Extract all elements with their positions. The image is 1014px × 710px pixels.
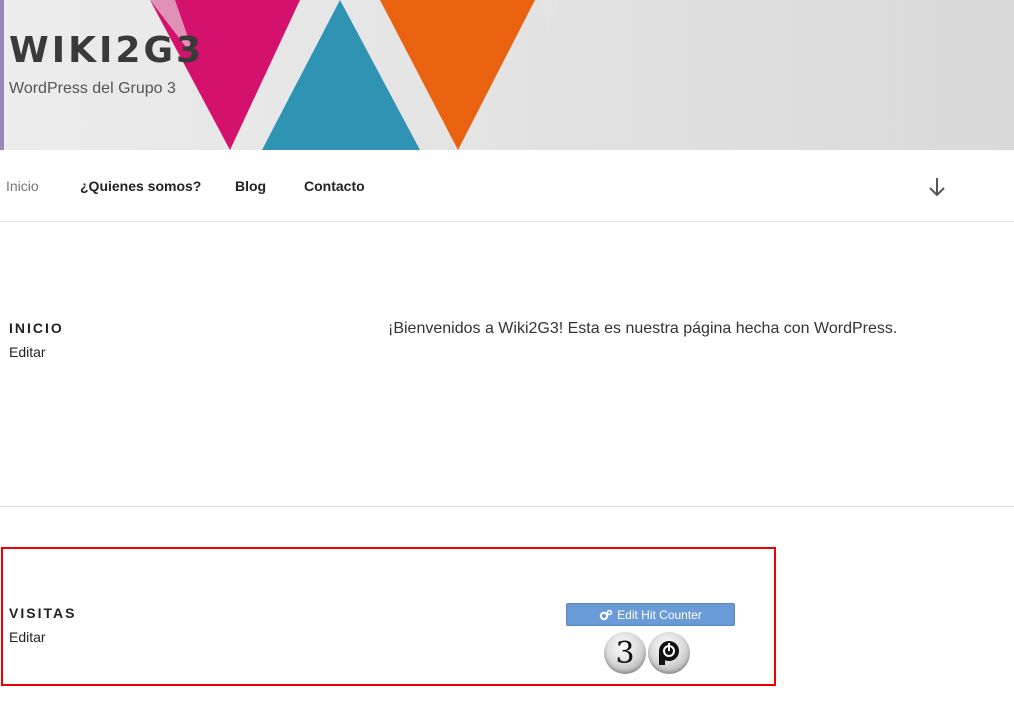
section-divider: [0, 506, 1014, 507]
header-image: [0, 0, 560, 150]
site-header: WIKI2G3 WordPress del Grupo 3: [0, 0, 1014, 150]
inicio-content: ¡Bienvenidos a Wiki2G3! Esta es nuestra …: [388, 320, 898, 337]
section-title-visitas: VISITAS: [9, 605, 77, 621]
site-description: WordPress del Grupo 3: [9, 80, 176, 97]
counter-digit: 3: [604, 632, 646, 674]
gears-icon: [599, 609, 613, 621]
edit-hit-counter-label: Edit Hit Counter: [617, 607, 702, 622]
edit-hit-counter-button[interactable]: Edit Hit Counter: [566, 603, 735, 626]
nav-item-blog[interactable]: Blog: [235, 178, 266, 194]
counter-digit-value: 3: [615, 636, 635, 671]
edit-link-visitas[interactable]: Editar: [9, 629, 46, 645]
nav-item-contacto[interactable]: Contacto: [304, 178, 365, 194]
nav-item-quienes-somos[interactable]: ¿Quienes somos?: [80, 178, 201, 194]
edit-link-inicio[interactable]: Editar: [9, 344, 46, 360]
site-title[interactable]: WIKI2G3: [9, 33, 204, 69]
section-title-inicio: INICIO: [9, 320, 64, 336]
arrow-down-icon[interactable]: [926, 175, 948, 199]
counter-logo-icon: [648, 632, 690, 674]
main-navigation: Inicio ¿Quienes somos? Blog Contacto: [0, 151, 1014, 222]
hit-counter-display: 3: [604, 632, 690, 674]
nav-item-inicio[interactable]: Inicio: [6, 178, 39, 194]
